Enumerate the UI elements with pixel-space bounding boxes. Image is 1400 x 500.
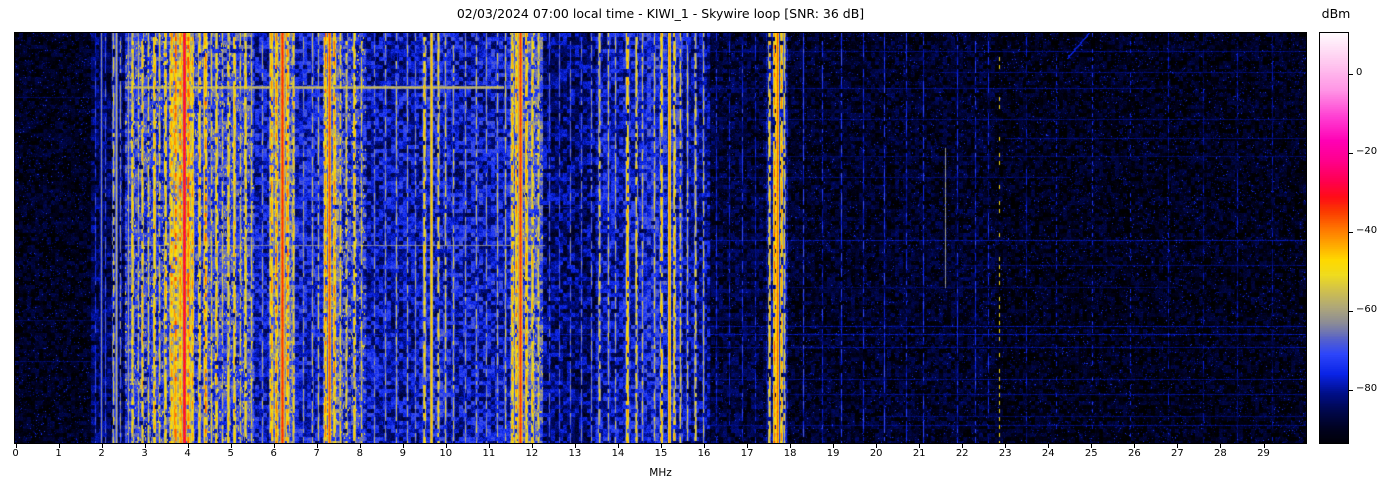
colorbar-tick-label: −40 [1356,225,1378,237]
x-tick-label: 6 [270,448,277,459]
x-tick-label: 21 [912,448,926,459]
plot-frame [14,32,1307,444]
colorbar [1319,32,1349,444]
colorbar-title: dBm [1321,6,1351,21]
x-tick-label: 25 [1084,448,1098,459]
colorbar-tick-label: −80 [1356,383,1378,395]
x-tick-label: 11 [482,448,496,459]
x-tick-label: 22 [955,448,969,459]
x-tick-label: 16 [697,448,711,459]
x-tick-label: 27 [1171,448,1184,459]
x-tick-label: 1 [55,448,62,459]
colorbar-tick-mark [1348,153,1353,155]
spectrogram-figure: 02/03/2024 07:00 local time - KIWI_1 - S… [0,0,1400,500]
x-tick-label: 15 [654,448,668,459]
x-tick-label: 13 [568,448,582,459]
x-tick-label: 0 [12,448,19,459]
x-tick-label: 10 [439,448,453,459]
colorbar-tick-mark [1348,232,1353,234]
x-tick-label: 18 [783,448,797,459]
x-tick-label: 12 [525,448,539,459]
x-tick-label: 24 [1041,448,1055,459]
colorbar-tick-mark [1348,390,1353,392]
colorbar-tick-label: −60 [1356,304,1378,316]
x-tick-label: 5 [227,448,234,459]
x-tick-label: 23 [998,448,1012,459]
x-axis-label: MHz [649,467,672,479]
x-tick-label: 9 [399,448,406,459]
x-tick-label: 19 [826,448,840,459]
x-tick-label: 28 [1214,448,1227,459]
colorbar-tick-label: 0 [1356,67,1363,79]
colorbar-tick-mark [1348,74,1353,76]
x-tick-label: 20 [869,448,883,459]
colorbar-canvas [1320,33,1348,443]
x-tick-label: 29 [1257,448,1270,459]
colorbar-tick-mark [1348,311,1353,313]
x-tick-label: 14 [611,448,625,459]
x-tick-label: 2 [98,448,105,459]
colorbar-tick-label: −20 [1356,146,1378,158]
x-tick-label: 17 [740,448,754,459]
spectrogram-canvas [15,33,1306,443]
x-tick-label: 8 [356,448,363,459]
x-tick-label: 26 [1128,448,1141,459]
x-tick-label: 7 [313,448,320,459]
x-tick-label: 4 [184,448,191,459]
x-tick-label: 3 [141,448,148,459]
plot-title: 02/03/2024 07:00 local time - KIWI_1 - S… [456,6,865,21]
